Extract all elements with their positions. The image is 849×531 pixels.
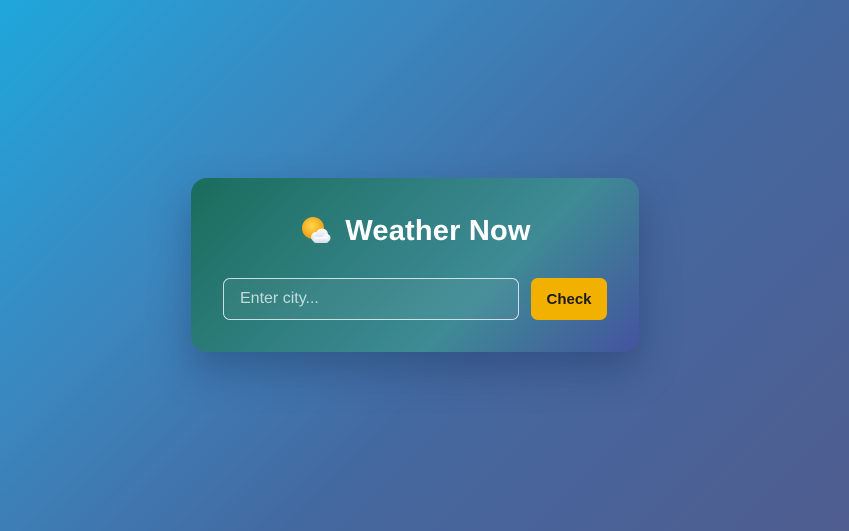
- city-search-input[interactable]: [223, 278, 519, 320]
- check-button[interactable]: Check: [531, 278, 607, 320]
- title-row: Weather Now: [191, 212, 639, 250]
- weather-card: Weather Now Check: [191, 178, 639, 352]
- page-title: Weather Now: [345, 214, 531, 247]
- sun-behind-cloud-icon: [299, 215, 331, 247]
- search-row: Check: [223, 278, 607, 320]
